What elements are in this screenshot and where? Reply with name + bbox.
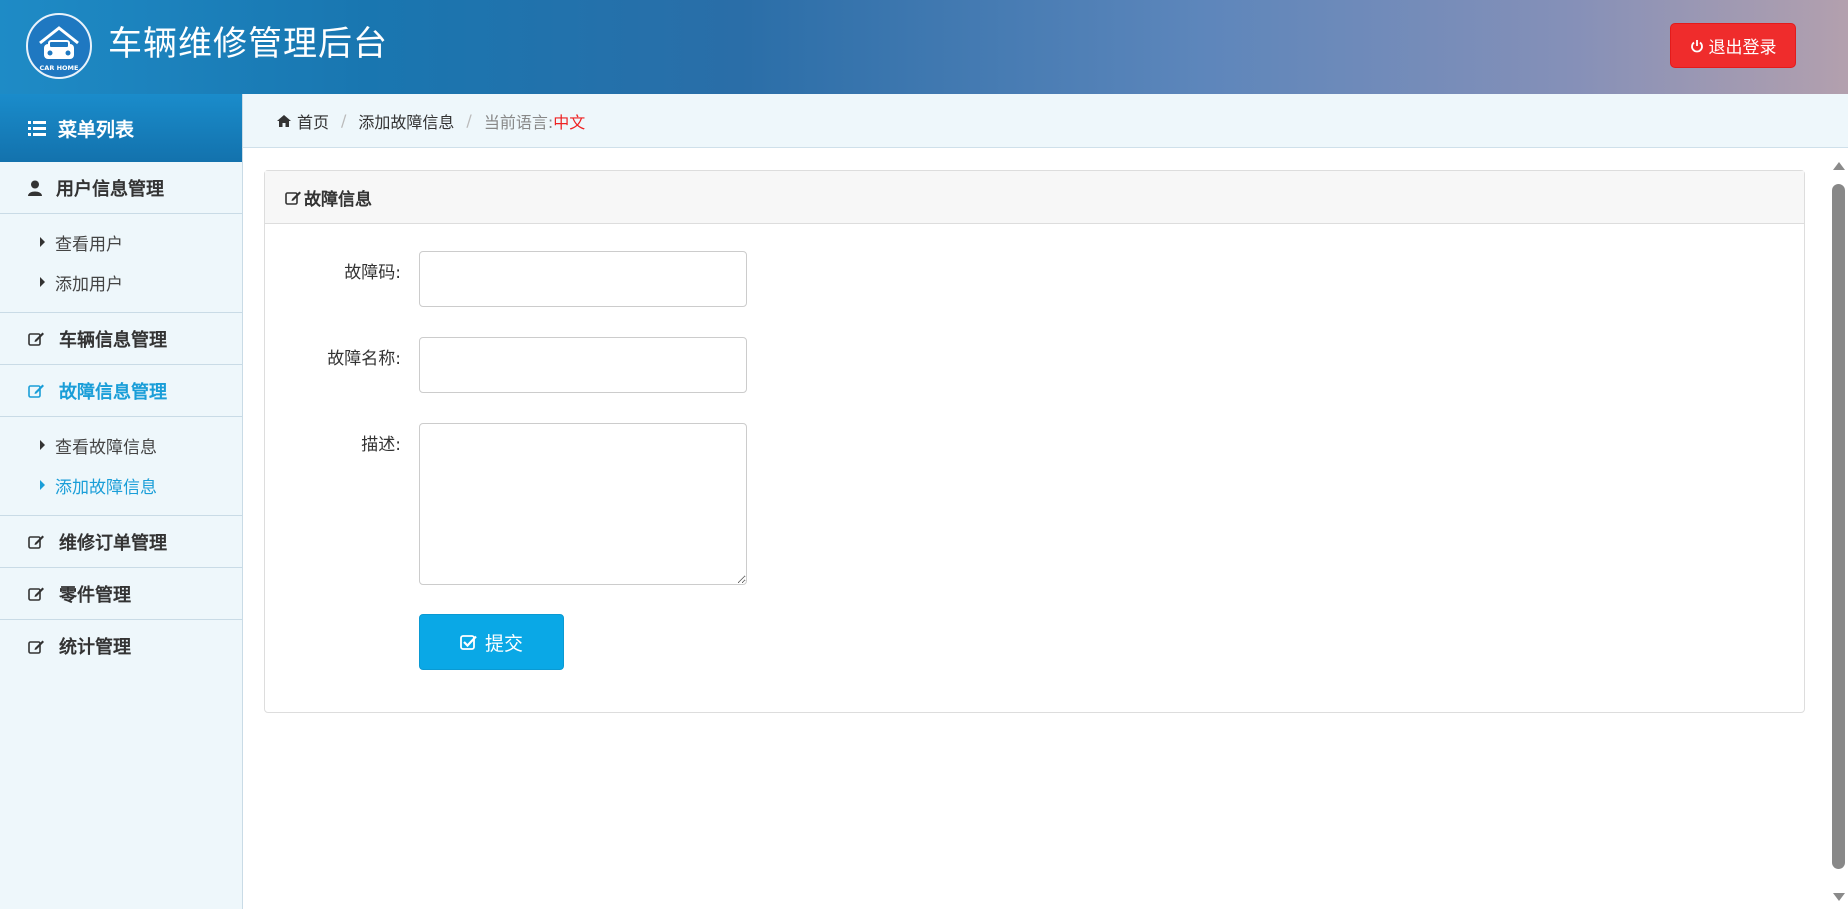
edit-icon: [28, 640, 44, 654]
sidebar-item-label: 查看用户: [55, 234, 123, 255]
power-icon: [1690, 39, 1703, 52]
sidebar-group-repair-order-management[interactable]: 维修订单管理: [0, 516, 242, 568]
sidebar-group-label: 车辆信息管理: [59, 329, 167, 351]
sidebar-subgroup-user: 查看用户 添加用户: [0, 214, 242, 313]
breadcrumb-separator: /: [341, 111, 347, 130]
fault-code-label: 故障码:: [344, 263, 401, 283]
sidebar-group-label: 用户信息管理: [56, 178, 164, 200]
sidebar-subgroup-fault: 查看故障信息 添加故障信息: [0, 417, 242, 516]
sidebar-item-label: 添加用户: [55, 274, 123, 295]
panel-header: 故障信息: [265, 171, 1804, 224]
menu-header: 菜单列表: [0, 94, 242, 162]
panel-title: 故障信息: [304, 189, 372, 210]
sidebar-item-label: 查看故障信息: [55, 437, 157, 458]
car-home-logo: CAR HOME: [26, 13, 92, 79]
app-title: 车辆维修管理后台: [108, 24, 388, 64]
sidebar-group-label: 维修订单管理: [59, 532, 167, 554]
fault-name-input[interactable]: [419, 337, 747, 393]
sidebar-item-add-user[interactable]: 添加用户: [0, 262, 242, 302]
sidebar-group-fault-management[interactable]: 故障信息管理: [0, 365, 242, 417]
fault-code-input[interactable]: [419, 251, 747, 307]
edit-icon: [285, 191, 301, 205]
caret-right-icon: [40, 277, 45, 287]
sidebar-item-add-fault[interactable]: 添加故障信息: [0, 465, 242, 505]
check-square-icon: [460, 634, 477, 650]
edit-icon: [28, 535, 44, 549]
fault-info-panel: 故障信息 故障码: 故障名称: 描述: 提交: [264, 170, 1805, 713]
scrollbar-thumb[interactable]: [1832, 184, 1845, 869]
sidebar-group-label: 零件管理: [59, 584, 131, 606]
caret-right-icon: [40, 480, 45, 490]
sidebar-group-label: 故障信息管理: [59, 381, 167, 403]
sidebar-group-statistics-management[interactable]: 统计管理: [0, 620, 242, 672]
caret-right-icon: [40, 237, 45, 247]
fault-name-label: 故障名称:: [327, 349, 401, 369]
language-label: 当前语言:: [483, 112, 554, 132]
language-value[interactable]: 中文: [553, 109, 585, 133]
caret-right-icon: [40, 440, 45, 450]
user-icon: [28, 180, 42, 196]
description-label: 描述:: [361, 435, 401, 455]
description-textarea[interactable]: [419, 423, 747, 585]
logo-text: CAR HOME: [40, 64, 79, 72]
sidebar-item-view-users[interactable]: 查看用户: [0, 222, 242, 262]
home-icon: [277, 114, 291, 127]
logout-button[interactable]: 退出登录: [1670, 23, 1796, 68]
breadcrumb-current: 添加故障信息: [358, 112, 455, 132]
sidebar-group-vehicle-management[interactable]: 车辆信息管理: [0, 313, 242, 365]
scroll-up-arrow-icon[interactable]: [1833, 162, 1845, 170]
app-header: CAR HOME 车辆维修管理后台 退出登录: [0, 0, 1848, 94]
sidebar: 菜单列表 用户信息管理 查看用户 添加用户 车辆信息管理 故障信息管理 查看故障…: [0, 94, 243, 909]
sidebar-group-label: 统计管理: [59, 637, 131, 658]
breadcrumb: 首页 / 添加故障信息 / 当前语言: 中文: [243, 94, 1848, 148]
logout-label: 退出登录: [1708, 38, 1777, 58]
breadcrumb-separator: /: [466, 111, 472, 130]
submit-label: 提交: [484, 632, 523, 655]
scroll-down-arrow-icon[interactable]: [1833, 893, 1845, 901]
vertical-scrollbar[interactable]: [1829, 152, 1848, 909]
breadcrumb-home-label: 首页: [297, 112, 330, 132]
edit-icon: [28, 384, 44, 398]
edit-icon: [28, 587, 44, 601]
sidebar-item-label: 添加故障信息: [55, 477, 157, 498]
menu-title: 菜单列表: [58, 118, 135, 141]
submit-button[interactable]: 提交: [419, 614, 564, 670]
sidebar-item-view-faults[interactable]: 查看故障信息: [0, 425, 242, 465]
sidebar-group-user-management[interactable]: 用户信息管理: [0, 162, 242, 214]
sidebar-group-parts-management[interactable]: 零件管理: [0, 568, 242, 620]
list-icon: [28, 120, 46, 136]
breadcrumb-home[interactable]: 首页: [277, 109, 329, 133]
edit-icon: [28, 332, 44, 346]
